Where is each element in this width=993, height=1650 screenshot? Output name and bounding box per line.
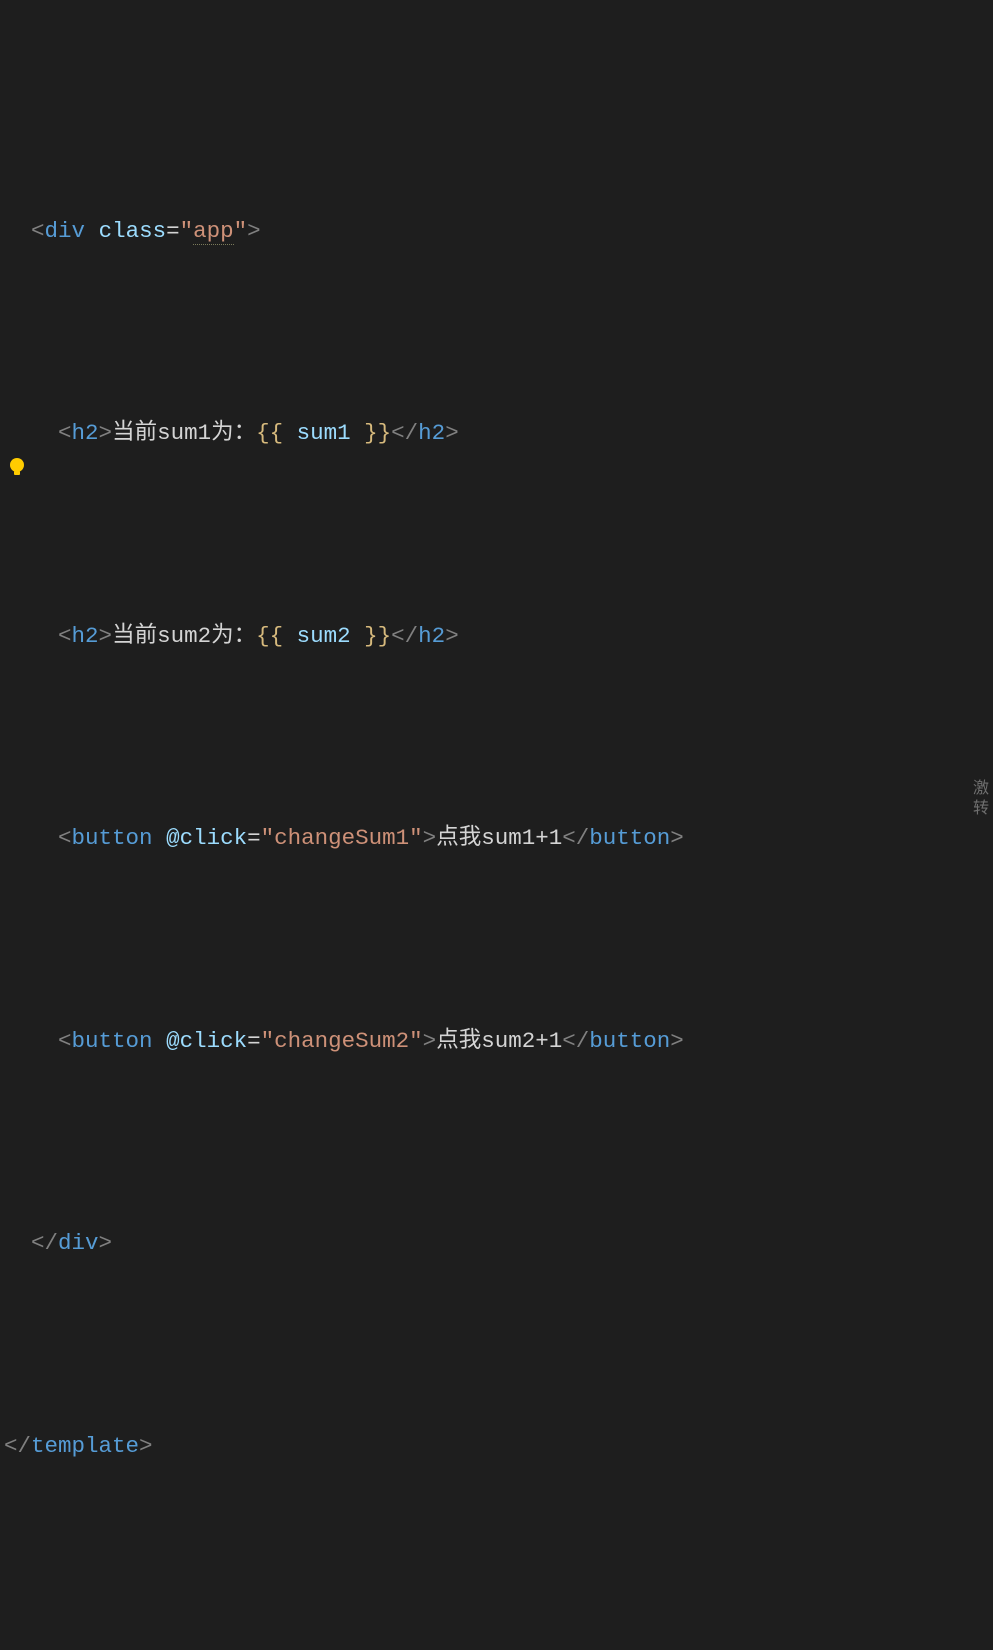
code-line[interactable]: <h2>当前sum1为：{{ sum1 }}</h2> bbox=[0, 413, 993, 454]
code-editor[interactable]: <div class="app"> <h2>当前sum1为：{{ sum1 }}… bbox=[0, 0, 993, 1650]
watermark-text: 激 转 bbox=[973, 779, 989, 819]
lightbulb-icon[interactable] bbox=[10, 458, 24, 472]
code-line[interactable]: <div class="app"> bbox=[0, 211, 993, 252]
code-line[interactable]: <button @click="changeSum2">点我sum2+1</bu… bbox=[0, 1021, 993, 1062]
code-line[interactable]: </div> bbox=[0, 1223, 993, 1264]
code-line[interactable] bbox=[0, 1628, 993, 1650]
code-line[interactable]: <button @click="changeSum1">点我sum1+1</bu… bbox=[0, 818, 993, 859]
code-line[interactable]: </template> bbox=[0, 1426, 993, 1467]
code-line[interactable]: <h2>当前sum2为：{{ sum2 }}</h2> bbox=[0, 616, 993, 657]
